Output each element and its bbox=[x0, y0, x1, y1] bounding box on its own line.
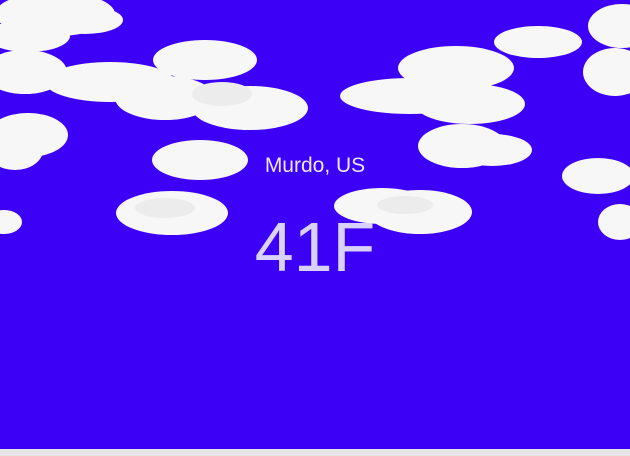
location-label: Murdo, US bbox=[264, 154, 366, 177]
cloud-icon bbox=[340, 26, 582, 124]
cloud-icon bbox=[0, 0, 123, 52]
sky-background: Murdo, US 41F bbox=[0, 0, 630, 449]
temperature-readout: 41F bbox=[254, 208, 376, 286]
window-bottom-edge bbox=[0, 449, 630, 456]
